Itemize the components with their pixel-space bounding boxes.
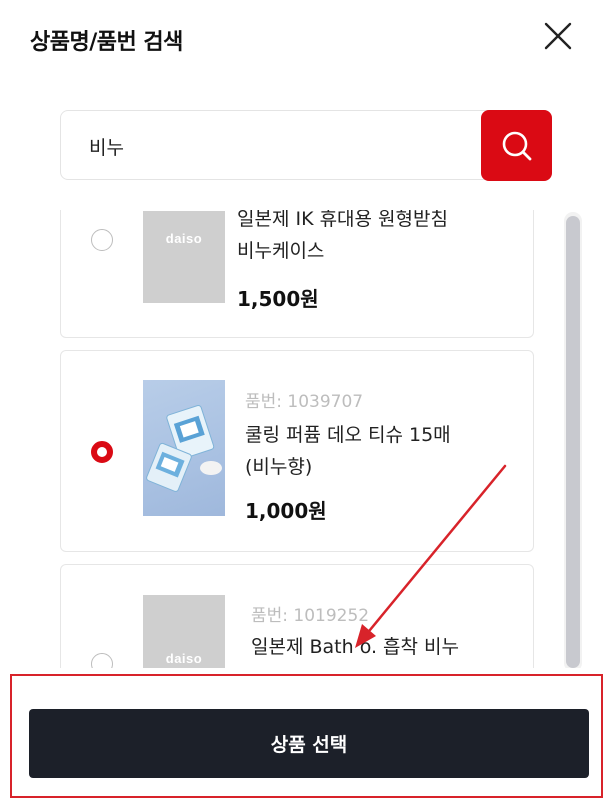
close-button[interactable] — [540, 18, 576, 54]
scrollbar-thumb[interactable] — [566, 216, 580, 668]
product-name-line1: 쿨링 퍼퓸 데오 티슈 15매 — [245, 424, 451, 446]
product-name: 일본제 Bath o. 흡착 비누 — [251, 631, 459, 663]
search-icon — [502, 131, 531, 160]
close-icon — [544, 22, 572, 50]
product-card[interactable]: daiso 품번: 1019252 일본제 Bath o. 흡착 비누 — [60, 564, 534, 668]
product-name-line1: 일본제 Bath o. 흡착 비누 — [251, 636, 460, 658]
product-radio[interactable] — [91, 229, 113, 251]
product-price: 1,500원 — [237, 287, 319, 311]
product-radio[interactable] — [91, 653, 113, 668]
select-product-button[interactable]: 상품 선택 — [29, 709, 589, 778]
product-list: daiso 일본제 IK 휴대용 원형받침 비누케이스 1,500원 품번: 1… — [60, 210, 536, 668]
product-price: 1,000원 — [245, 499, 327, 523]
search-button[interactable] — [481, 110, 552, 181]
product-thumbnail: daiso — [143, 595, 225, 668]
product-radio-selected[interactable] — [91, 441, 113, 463]
product-name-line2: (비누향) — [245, 456, 313, 478]
product-thumbnail: daiso — [143, 211, 225, 303]
search-box — [60, 110, 552, 181]
product-image — [143, 380, 225, 516]
product-name: 쿨링 퍼퓸 데오 티슈 15매 (비누향) — [245, 419, 451, 483]
product-code: 품번: 1019252 — [251, 606, 370, 626]
daiso-logo: daiso — [165, 651, 203, 666]
product-name: 일본제 IK 휴대용 원형받침 비누케이스 — [237, 210, 448, 267]
search-input[interactable] — [89, 131, 469, 161]
product-card[interactable]: daiso 일본제 IK 휴대용 원형받침 비누케이스 1,500원 — [60, 210, 534, 338]
daiso-logo: daiso — [165, 231, 203, 246]
scrollbar[interactable] — [564, 212, 582, 672]
product-photo-icon — [146, 405, 222, 492]
modal-title: 상품명/품번 검색 — [30, 30, 183, 55]
product-card[interactable]: 품번: 1039707 쿨링 퍼퓸 데오 티슈 15매 (비누향) 1,000원 — [60, 350, 534, 552]
product-code: 품번: 1039707 — [245, 392, 364, 412]
product-name-line1: 일본제 IK 휴대용 원형받침 — [237, 210, 448, 230]
product-name-line2: 비누케이스 — [237, 240, 325, 262]
